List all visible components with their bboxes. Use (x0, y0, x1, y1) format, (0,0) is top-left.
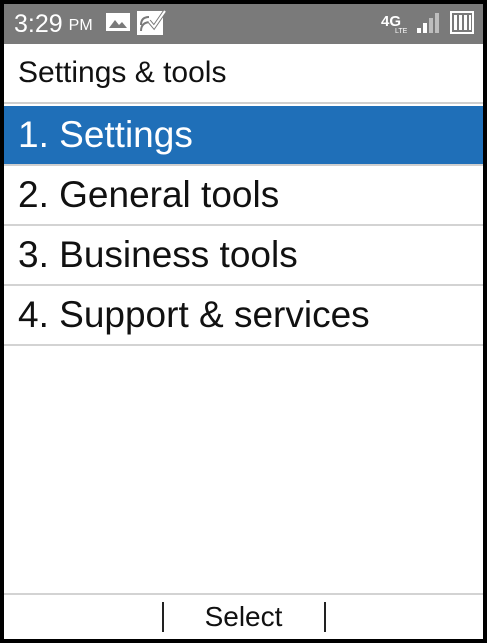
status-left-icons (105, 7, 167, 42)
image-icon (105, 11, 131, 38)
wifi-calling-icon (135, 7, 167, 42)
softkey-bar: Select (4, 593, 483, 639)
svg-text:LTE: LTE (395, 28, 408, 34)
softkey-right[interactable] (343, 595, 483, 639)
softkey-left[interactable] (4, 595, 144, 639)
menu-item-support-services[interactable]: 4. Support & services (4, 286, 483, 346)
phone-screen: 3:29 PM 4G LTE Settings & tools 1. Setti… (0, 0, 487, 643)
signal-icon (415, 10, 443, 39)
softkey-select[interactable]: Select (164, 601, 324, 633)
softkey-separator-right (323, 602, 326, 632)
menu-list: 1. Settings 2. General tools 3. Business… (4, 106, 483, 346)
status-right-icons: 4G LTE (381, 4, 475, 44)
menu-item-settings[interactable]: 1. Settings (4, 106, 483, 166)
status-ampm: PM (68, 17, 93, 34)
4g-lte-icon: 4G LTE (381, 10, 409, 39)
menu-item-business-tools[interactable]: 3. Business tools (4, 226, 483, 286)
status-time: 3:29 (14, 9, 63, 38)
page-title: Settings & tools (4, 44, 483, 104)
menu-item-general-tools[interactable]: 2. General tools (4, 166, 483, 226)
status-bar: 3:29 PM 4G LTE (4, 4, 483, 44)
battery-icon (449, 9, 475, 40)
